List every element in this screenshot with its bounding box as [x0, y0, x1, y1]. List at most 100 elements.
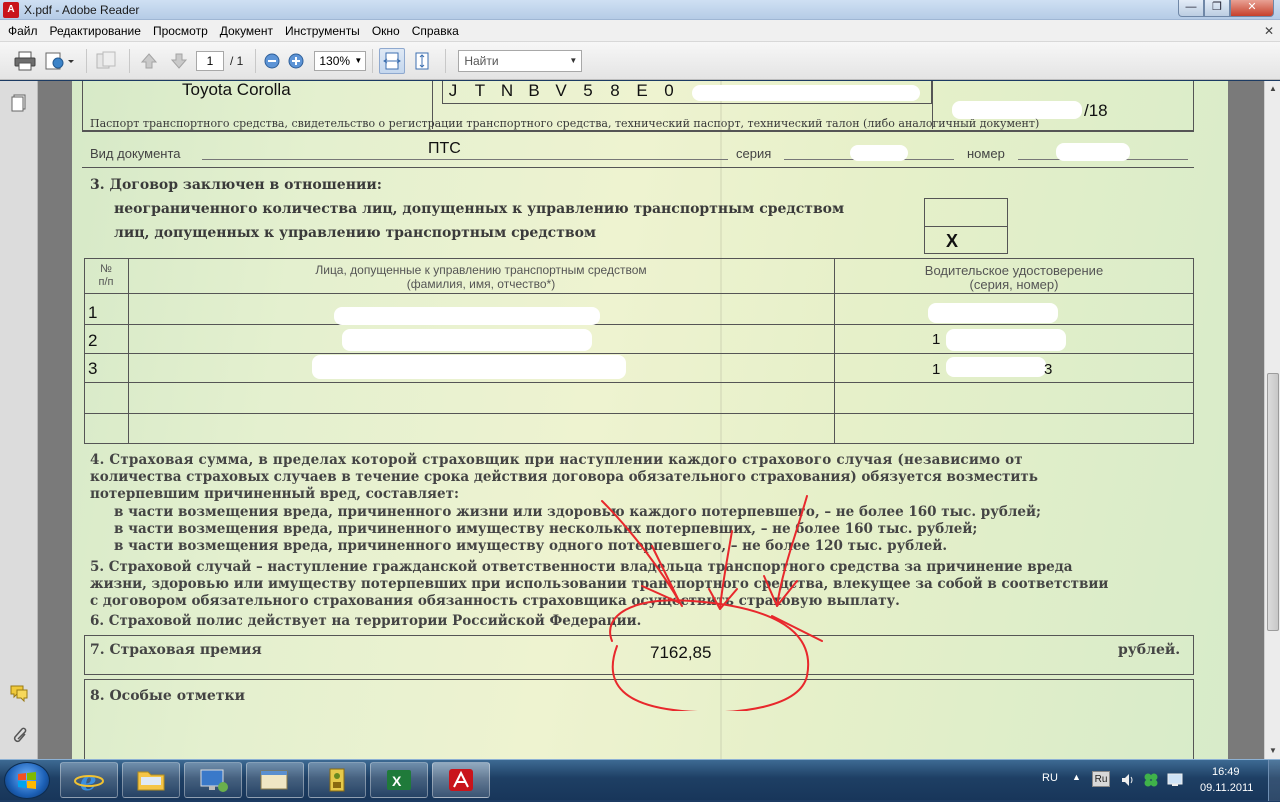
adobe-reader-icon: A [3, 2, 19, 18]
taskbar-remote-desktop[interactable] [184, 762, 242, 798]
fit-width-icon [383, 52, 402, 69]
doc-type-label: Вид документа [90, 146, 181, 161]
table-header-number: № п/п [98, 263, 114, 288]
zoom-select[interactable]: 130% ▼ [314, 50, 367, 71]
taskbar: e X RU ▲ Ru 16:49 09.11.2011 [0, 759, 1280, 801]
zoom-in-icon [288, 53, 304, 68]
show-hidden-icons-icon[interactable]: ▲ [1072, 772, 1081, 782]
taskbar-adobe-reader[interactable] [432, 762, 490, 798]
taskbar-app[interactable] [308, 762, 366, 798]
next-page-button[interactable] [166, 48, 192, 74]
taskbar-internet-explorer[interactable]: e [60, 762, 118, 798]
adobe-reader-icon [449, 769, 473, 791]
comments-icon[interactable] [9, 683, 29, 703]
taskbar-excel[interactable]: X [370, 762, 428, 798]
attachments-icon[interactable] [9, 725, 29, 745]
minimize-button[interactable]: — [1178, 0, 1204, 17]
pages-icon[interactable] [9, 93, 29, 113]
divider [82, 167, 1194, 168]
table-header-persons-sub: (фамилия, имя, отчество*) [406, 277, 556, 291]
clover-icon[interactable] [1142, 771, 1160, 789]
taskbar-window[interactable] [246, 762, 304, 798]
redaction [850, 145, 908, 161]
document-types-line: Паспорт транспортного средства, свидетел… [90, 117, 1040, 130]
excel-icon: X [387, 770, 411, 790]
menu-edit[interactable]: Редактирование [44, 20, 147, 42]
menu-view[interactable]: Просмотр [147, 20, 214, 42]
section-3-title: 3. Договор заключен в отношении: [90, 177, 382, 193]
section-3-option-2: лиц, допущенных к управлению транспортны… [114, 225, 597, 241]
fit-page-button[interactable] [409, 48, 435, 74]
toolbar-separator [445, 48, 447, 73]
zoom-in-button[interactable] [286, 48, 306, 74]
license-fragment: 1 [932, 361, 941, 378]
print-button[interactable] [12, 48, 38, 74]
section-7-label: 7. Страховая премия [90, 642, 262, 658]
menu-bar: Файл Редактирование Просмотр Документ Ин… [0, 20, 1280, 42]
table-header-persons: Лица, допущенные к управлению транспортн… [315, 263, 647, 277]
toolbar-separator [372, 48, 374, 73]
toolbar-separator [129, 48, 130, 73]
svg-text:X: X [392, 773, 402, 789]
car-model: Toyota Corolla [182, 81, 291, 99]
zoom-out-button[interactable] [262, 48, 282, 74]
share-icon [45, 52, 74, 69]
remote-desktop-icon [200, 769, 228, 792]
show-desktop-button[interactable] [1268, 760, 1280, 801]
menu-help[interactable]: Справка [406, 20, 465, 42]
language-indicator[interactable]: RU [1042, 772, 1058, 784]
close-button[interactable]: ✕ [1230, 0, 1274, 17]
vin-char: 8 [610, 81, 620, 100]
start-button[interactable] [4, 762, 50, 799]
vin-char: 0 [664, 81, 674, 100]
scroll-down-icon[interactable]: ▼ [1265, 743, 1280, 759]
keyboard-layout-badge[interactable]: Ru [1092, 771, 1110, 787]
volume-icon[interactable] [1120, 772, 1136, 788]
redaction [312, 355, 626, 379]
divider [82, 131, 1194, 132]
navigation-pane [0, 81, 38, 759]
clock-time[interactable]: 16:49 [1212, 766, 1240, 778]
table-row: 1 [88, 303, 98, 322]
menu-file[interactable]: Файл [2, 20, 44, 42]
scroll-thumb[interactable] [1267, 373, 1279, 631]
section-8-label: 8. Особые отметки [90, 688, 245, 704]
collaborate-button[interactable] [93, 48, 119, 74]
menu-document[interactable]: Документ [214, 20, 279, 42]
fit-width-button[interactable] [379, 47, 406, 74]
svg-text:e: e [80, 767, 97, 797]
annotation-arrow [776, 495, 808, 607]
divider [84, 353, 1194, 354]
redaction [946, 329, 1066, 351]
printer-icon [14, 51, 36, 70]
vertical-scrollbar[interactable]: ▲ ▼ [1264, 81, 1280, 759]
license-fragment: 1 [932, 331, 941, 348]
table-header-license-sub: (серия, номер) [969, 277, 1059, 292]
share-button[interactable] [42, 48, 76, 74]
annotation-arrow [771, 615, 823, 642]
app-icon [329, 768, 345, 792]
collaborate-icon [96, 51, 116, 68]
scroll-up-icon[interactable]: ▲ [1265, 81, 1280, 97]
close-document-icon[interactable]: ✕ [1264, 24, 1274, 38]
window-controls: — ❐ ✕ [1178, 0, 1274, 18]
menu-window[interactable]: Окно [366, 20, 406, 42]
internet-explorer-icon: e [74, 767, 104, 797]
previous-page-button[interactable] [136, 48, 162, 74]
maximize-button[interactable]: ❐ [1204, 0, 1230, 17]
search-input[interactable]: Найти ▼ [458, 49, 583, 72]
toolbar: 1 / 1 130% ▼ Найти ▼ [0, 42, 1280, 80]
document-area[interactable]: Toyota Corolla J T N B V 5 8 E 0 /18 Пас… [38, 81, 1264, 759]
table-row: 3 [88, 359, 98, 378]
divider [84, 293, 1194, 294]
menu-tools[interactable]: Инструменты [279, 20, 366, 42]
vin-char: J [448, 81, 458, 100]
page-number-input[interactable]: 1 [196, 50, 224, 71]
annotation-circle [609, 599, 810, 711]
redaction [1056, 143, 1130, 161]
windows-logo-icon [18, 772, 36, 789]
zoom-out-icon [264, 53, 280, 68]
clock-date[interactable]: 09.11.2011 [1200, 782, 1253, 794]
taskbar-explorer[interactable] [122, 762, 180, 798]
network-icon[interactable] [1166, 772, 1184, 788]
